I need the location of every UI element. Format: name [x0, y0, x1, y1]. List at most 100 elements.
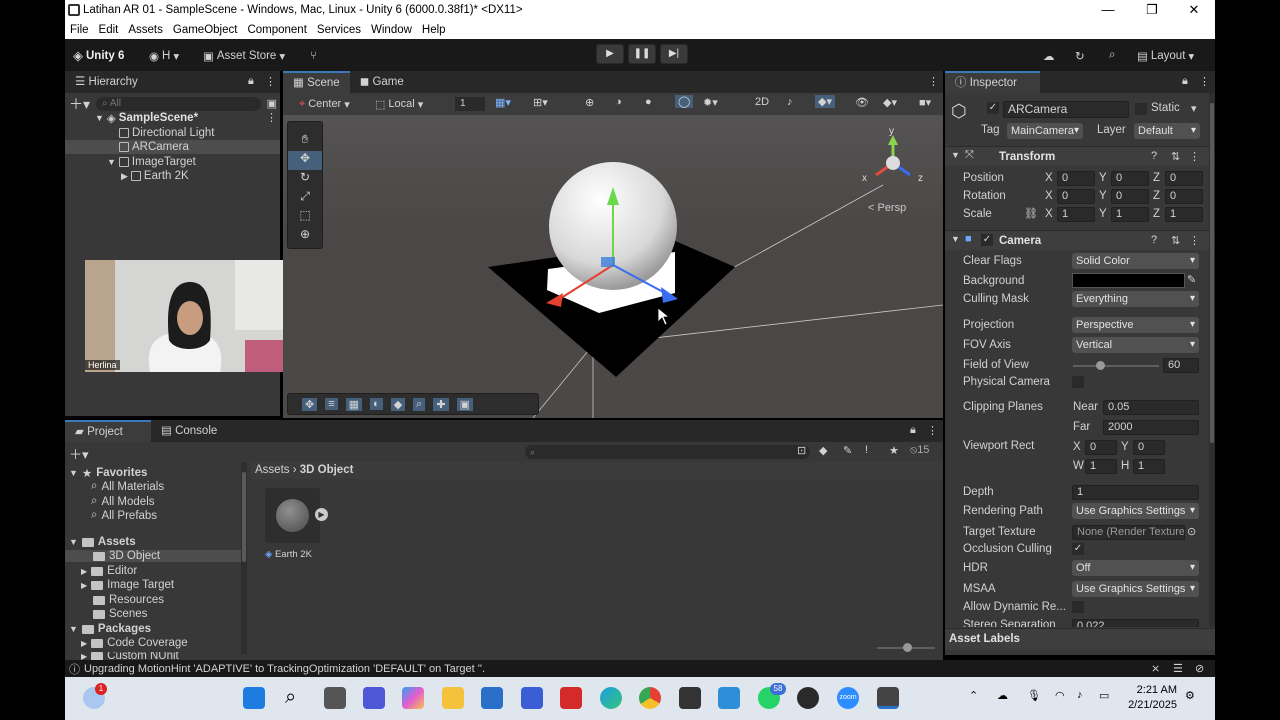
viewport-x-field[interactable]: 0 [1085, 440, 1117, 455]
persp-label[interactable]: < Persp [868, 202, 906, 214]
rotation-y-field[interactable]: 0 [1111, 189, 1149, 204]
hierarchy-item-imagetarget[interactable]: ▼ ImageTarget [107, 155, 196, 169]
assets-header[interactable]: ▼ Assets [69, 536, 136, 548]
effects-icon[interactable]: ✹▾ [703, 96, 718, 109]
align-icon[interactable]: ≡ [325, 398, 338, 410]
favorite-all-models[interactable]: ⌕ All Models [91, 495, 155, 508]
grid-toggle-icon[interactable]: ▦ [345, 397, 363, 411]
2d-toggle-icon[interactable]: 2D [755, 96, 769, 108]
grid-snap-field[interactable]: 1 [455, 97, 485, 111]
fov-field[interactable]: 60 [1163, 358, 1199, 373]
pivot-toggle-icon[interactable]: ✚ [433, 397, 449, 411]
media-player-icon[interactable] [797, 687, 819, 709]
position-y-field[interactable]: 0 [1111, 171, 1149, 186]
chevron-down-icon[interactable]: ▾ [1191, 102, 1197, 115]
culling-mask-dropdown[interactable]: Everything [1072, 291, 1199, 307]
thumbnail-size-slider[interactable] [877, 643, 935, 652]
step-button[interactable]: ▶| [660, 44, 688, 64]
account-button[interactable]: ◉ H ▾ [149, 47, 179, 64]
inspector-scrollbar[interactable] [1209, 93, 1215, 627]
add-icon[interactable]: ＋▾ [69, 444, 89, 463]
tab-inspector[interactable]: ⓘ Inspector [945, 71, 1040, 93]
visibility-icon[interactable]: 👁︎ [855, 96, 869, 109]
store-icon[interactable] [481, 687, 503, 709]
filter-label-icon[interactable]: ✎ [843, 444, 852, 457]
pause-button[interactable]: ❚❚ [628, 44, 656, 64]
expand-prefab-icon[interactable]: ▶ [315, 508, 328, 521]
maximize-button[interactable]: ❐ [1131, 0, 1173, 20]
cloud-button[interactable]: ☁ [1043, 47, 1055, 64]
move-tool-icon[interactable]: ✥ [288, 151, 322, 170]
more-icon[interactable]: ⋮ [1199, 75, 1210, 88]
copilot-icon[interactable] [402, 687, 424, 709]
help-icon[interactable]: ? [1151, 150, 1157, 162]
pivot-dropdown[interactable]: ⌖ Center ▾ [299, 96, 350, 112]
rotate-tool-icon[interactable]: ↻ [288, 170, 322, 189]
eyedropper-icon[interactable]: ✎ [1187, 273, 1196, 286]
near-field[interactable]: 0.05 [1103, 400, 1199, 415]
folder-image-target[interactable]: ▶ Image Target [81, 579, 174, 591]
static-checkbox[interactable] [1135, 103, 1147, 115]
grid-icon[interactable]: ▦▾ [495, 96, 511, 109]
position-z-field[interactable]: 0 [1165, 171, 1203, 186]
filter-icon[interactable]: ▣ [267, 97, 277, 110]
breadcrumb-3d-object[interactable]: 3D Object [300, 464, 354, 476]
add-icon[interactable]: ＋▾ [69, 94, 90, 114]
edge-icon[interactable] [600, 687, 622, 709]
camera-enabled-checkbox[interactable]: ✓ [981, 234, 993, 246]
tray-volume-icon[interactable]: ♪ [1077, 689, 1083, 701]
far-field[interactable]: 2000 [1103, 420, 1199, 435]
hierarchy-item-directional-light[interactable]: Directional Light [119, 126, 214, 140]
scale-y-field[interactable]: 1 [1111, 207, 1149, 222]
tab-hierarchy[interactable]: ☰ Hierarchy [65, 71, 148, 93]
sphere-icon[interactable]: ● [645, 96, 652, 108]
close-button[interactable]: ✕ [1173, 0, 1215, 20]
scale-tool-icon[interactable]: ⤢ [288, 189, 322, 208]
unity-hub-icon[interactable] [679, 687, 701, 709]
shield-app-icon[interactable] [560, 687, 582, 709]
menu-component[interactable]: Component [242, 24, 311, 36]
zoom-icon[interactable]: zoom [837, 687, 859, 709]
tag-dropdown[interactable]: MainCamera [1007, 123, 1083, 139]
warning-icon[interactable]: ! [865, 444, 868, 456]
shading-icon[interactable]: ◑ [615, 96, 622, 108]
search-options-icon[interactable]: ⊡ [797, 444, 806, 457]
active-checkbox[interactable]: ✓ [987, 102, 999, 114]
layout-dropdown[interactable]: ▤ Layout ▾ [1137, 47, 1194, 64]
hierarchy-search-input[interactable]: ⌕ All [96, 96, 261, 111]
stereo-field[interactable]: 0.022 [1072, 619, 1199, 627]
more-icon[interactable]: ⋮ [1189, 234, 1200, 247]
camera-toggle-icon[interactable]: ▣ [456, 397, 473, 411]
layers-icon[interactable]: ◆▾ [815, 95, 835, 108]
object-name-input[interactable]: ARCamera [1003, 101, 1129, 118]
menu-file[interactable]: File [65, 24, 94, 36]
menu-edit[interactable]: Edit [94, 24, 124, 36]
fov-slider[interactable] [1073, 361, 1159, 370]
menu-assets[interactable]: Assets [123, 24, 168, 36]
globe-icon[interactable]: ⊕ [585, 96, 594, 109]
scale-x-field[interactable]: 1 [1057, 207, 1095, 222]
progress-icon[interactable]: ⨯ [1151, 662, 1160, 675]
fov-slider-handle[interactable] [1096, 361, 1105, 370]
viewport-y-field[interactable]: 0 [1133, 440, 1165, 455]
debug-icon[interactable]: ⊘ [1195, 662, 1204, 675]
scene-row[interactable]: ▼ ◈ SampleScene* [95, 111, 198, 125]
lock-icon[interactable]: 🔒︎ [248, 75, 254, 88]
rotation-z-field[interactable]: 0 [1165, 189, 1203, 204]
tree-scrollbar-thumb[interactable] [242, 472, 246, 562]
layer-dropdown[interactable]: Default [1134, 123, 1200, 139]
gizmos-icon[interactable]: ◆▾ [883, 96, 897, 109]
fov-axis-dropdown[interactable]: Vertical [1072, 337, 1199, 353]
camera-header[interactable]: ▼ ■ ✓ Camera ? ⇅ ⋮ [945, 230, 1209, 250]
tab-console[interactable]: ▤ Console [151, 420, 227, 442]
visual-studio-icon[interactable] [521, 687, 543, 709]
snap-icon[interactable]: ⊞▾ [533, 96, 548, 109]
msaa-dropdown[interactable]: Use Graphics Settings [1072, 581, 1199, 597]
dynamic-res-checkbox[interactable] [1072, 601, 1084, 613]
tab-game[interactable]: ◼ Game [350, 71, 414, 93]
preset-icon[interactable]: ⇅ [1171, 150, 1180, 163]
minimize-button[interactable]: — [1087, 0, 1129, 20]
breadcrumb-assets[interactable]: Assets [255, 464, 290, 476]
folder-resources[interactable]: Resources [93, 594, 164, 606]
asset-labels-bar[interactable]: Asset Labels [945, 628, 1215, 650]
